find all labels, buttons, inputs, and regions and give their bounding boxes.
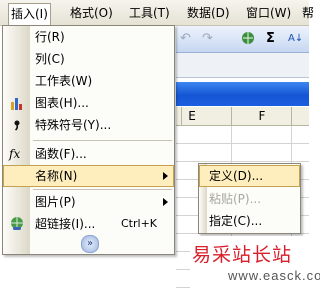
submenu-item-label: 指定(C)... [209,214,263,228]
menu-item-hyperlink[interactable]: 超链接(I)... Ctrl+K [3,213,174,235]
menu-item-label: 图表(H)... [35,96,89,110]
menu-window[interactable]: 窗口(W) [244,4,293,22]
function-icon: fx [9,147,21,161]
menu-item-chart[interactable]: 图表(H)... [3,92,174,114]
menu-item-worksheet[interactable]: 工作表(W) [3,70,174,92]
menu-bar: 插入(I) 格式(O) 工具(T) 数据(D) 窗口(W) 帮 [0,0,314,26]
menu-format[interactable]: 格式(O) [68,4,115,22]
menu-insert[interactable]: 插入(I) [8,3,51,26]
menu-item-label: 列(C) [35,52,65,66]
autosum-icon[interactable]: Σ [266,30,275,48]
menu-tools[interactable]: 工具(T) [127,4,172,22]
menu-item-label: 特殊符号(Y)... [35,118,112,132]
expand-menu-chevron-icon[interactable]: » [81,235,99,253]
menu-item-shortcut: Ctrl+K [121,217,158,230]
hyperlink-icon [9,216,25,232]
menu-item-label: 超链接(I)... [35,217,96,231]
column-header-e[interactable]: E [182,107,202,125]
column-divider [291,107,292,125]
menu-item-picture[interactable]: 图片(P) [3,191,174,213]
watermark-url: www.easck.com [228,268,320,283]
menu-item-label: 工作表(W) [35,74,93,88]
site-watermark: 易采站长站 www.easck.com [190,236,320,295]
menu-separator [33,189,172,190]
standard-toolbar: ↶ ↷ Σ A↓ [176,26,309,53]
menu-item-label: 名称(N) [35,169,78,183]
menu-data[interactable]: 数据(D) [185,4,232,22]
menu-item-label: 行(R) [35,30,65,44]
redo-icon[interactable]: ↷ [202,30,213,48]
sort-ascending-icon[interactable]: A↓ [288,30,303,48]
menu-help[interactable]: 帮 [300,4,316,22]
menu-separator [33,140,172,141]
menu-item-column[interactable]: 列(C) [3,48,174,70]
menu-item-function[interactable]: fx 函数(F)... [3,143,174,165]
column-header-f[interactable]: F [232,107,292,125]
watermark-text: 易采站长站 [192,244,293,266]
column-headers: E F [176,107,309,126]
menu-item-special-symbol[interactable]: 特殊符号(Y)... [3,114,174,136]
submenu-item-paste: 粘贴(P)... [199,188,300,210]
menu-item-label: 图片(P) [35,195,76,209]
submenu-item-label: 定义(D)... [209,169,264,183]
insert-menu: 行(R) 列(C) 工作表(W) 图表(H)... 特殊符号(Y)... fx … [2,25,175,255]
menu-item-name[interactable]: 名称(N) [3,165,174,187]
submenu-item-define[interactable]: 定义(D)... [199,165,300,187]
symbol-icon [9,117,25,133]
menu-item-row[interactable]: 行(R) [3,26,174,48]
name-submenu: 定义(D)... 粘贴(P)... 指定(C)... [198,163,301,234]
submenu-item-label: 粘贴(P)... [209,192,262,206]
submenu-arrow-icon [163,198,168,206]
workbook-titlebar [176,82,309,106]
hyperlink-toolbar-icon[interactable] [240,30,256,52]
chart-icon [9,95,25,111]
submenu-arrow-icon [163,172,168,180]
menu-item-label: 函数(F)... [35,147,87,161]
undo-icon[interactable]: ↶ [180,30,191,48]
submenu-item-apply[interactable]: 指定(C)... [199,210,300,232]
formula-bar [176,53,309,78]
